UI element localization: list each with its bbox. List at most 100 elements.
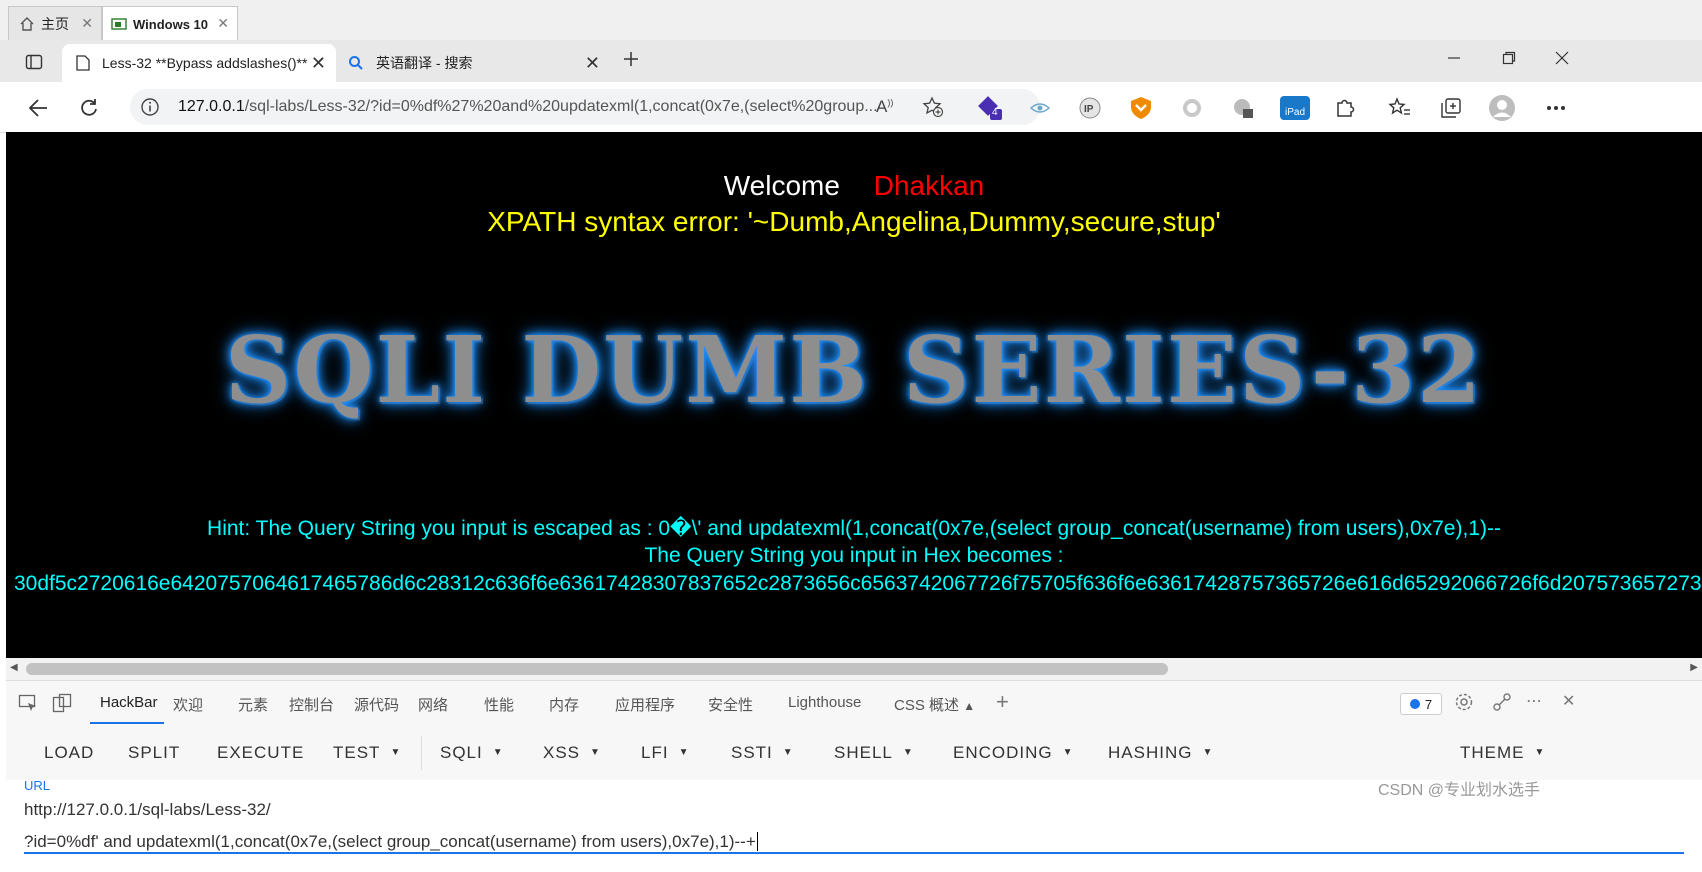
vm-tab-bar: 主页 ✕ Windows 10 ✕ — [0, 0, 1702, 41]
shield-icon[interactable] — [1127, 94, 1155, 122]
tab-title: Less-32 **Bypass addslashes()** — [102, 55, 308, 71]
execute-button[interactable]: EXECUTE — [217, 743, 304, 763]
tab-network[interactable]: 网络 — [418, 694, 448, 715]
tab-actions-icon[interactable] — [20, 48, 48, 76]
welcome-label: Welcome — [723, 170, 840, 201]
extensions-puzzle-icon[interactable] — [1331, 94, 1359, 122]
tab-memory[interactable]: 内存 — [549, 694, 579, 715]
devtools-more-icon[interactable]: ⋯ — [1526, 691, 1542, 711]
tab-less32[interactable]: Less-32 **Bypass addslashes()** ✕ — [62, 44, 336, 82]
hackbar-extension-icon[interactable]: 4 — [976, 94, 1004, 122]
tab-security[interactable]: 安全性 — [708, 694, 753, 715]
svg-text:IP: IP — [1084, 104, 1094, 115]
shell-menu[interactable]: SHELL ▼ — [834, 743, 914, 763]
tab-sources[interactable]: 源代码 — [354, 694, 399, 715]
url-path: /sql-labs/Less-32/?id=0%df%27%20and%20up… — [244, 98, 878, 115]
ssti-label: SSTI — [731, 743, 773, 762]
devtools-close-icon[interactable]: ✕ — [1562, 691, 1575, 711]
url-host: 127.0.0.1 — [178, 98, 245, 115]
encoding-menu[interactable]: ENCODING ▼ — [953, 743, 1074, 763]
settings-extension-icon[interactable] — [1229, 94, 1257, 122]
browser-tab-strip: Less-32 **Bypass addslashes()** ✕ 英语翻译 -… — [0, 40, 1702, 82]
sqli-label: SQLI — [440, 743, 483, 762]
scroll-thumb[interactable] — [26, 663, 1168, 675]
add-tab-icon[interactable]: + — [996, 689, 1009, 715]
read-aloud-icon[interactable]: A)) — [876, 97, 893, 117]
more-menu-icon[interactable] — [1542, 94, 1570, 122]
close-icon[interactable]: ✕ — [217, 15, 229, 32]
scroll-right-icon[interactable]: ▶ — [1690, 662, 1698, 673]
page-viewport: Welcome Dhakkan XPATH syntax error: '~Du… — [6, 132, 1702, 658]
restore-icon[interactable] — [1495, 44, 1523, 72]
navigation-bar: 127.0.0.1/sql-labs/Less-32/?id=0%df%27%2… — [0, 82, 1702, 133]
url-line-query: ?id=0%df' and updatexml(1,concat(0x7e,(s… — [24, 832, 758, 852]
hashing-label: HASHING — [1108, 743, 1193, 762]
hashing-menu[interactable]: HASHING ▼ — [1108, 743, 1213, 763]
favorite-add-icon[interactable] — [922, 96, 944, 118]
close-icon[interactable]: ✕ — [311, 53, 326, 74]
xss-menu[interactable]: XSS ▼ — [543, 743, 601, 763]
profile-avatar[interactable] — [1488, 94, 1516, 122]
tab-console[interactable]: 控制台 — [289, 694, 334, 715]
chevron-down-icon: ▼ — [492, 747, 504, 758]
home-icon — [19, 16, 35, 32]
xss-label: XSS — [543, 743, 581, 762]
tab-welcome[interactable]: 欢迎 — [173, 694, 203, 715]
url-text[interactable]: 127.0.0.1/sql-labs/Less-32/?id=0%df%27%2… — [178, 98, 978, 116]
tab-translate[interactable]: 英语翻译 - 搜索 ✕ — [340, 44, 610, 82]
hint-hex-value: 30df5c2720616e6420757064617465786d6c2831… — [14, 572, 1702, 595]
extension-badge: 4 — [992, 107, 998, 118]
message-icon — [1409, 699, 1420, 709]
url-line-base: http://127.0.0.1/sql-labs/Less-32/ — [24, 800, 271, 819]
load-button[interactable]: LOAD — [44, 743, 94, 763]
test-menu[interactable]: TEST ▼ — [333, 743, 401, 763]
eye-extension-icon[interactable] — [1026, 94, 1054, 122]
connect-icon[interactable] — [1492, 692, 1512, 712]
inspect-icon[interactable] — [18, 693, 38, 713]
url-textarea[interactable]: http://127.0.0.1/sql-labs/Less-32/ ?id=0… — [24, 794, 1684, 854]
ssti-menu[interactable]: SSTI ▼ — [731, 743, 794, 763]
tab-elements[interactable]: 元素 — [238, 694, 268, 715]
tab-application[interactable]: 应用程序 — [615, 694, 675, 715]
gear-icon[interactable] — [1454, 692, 1474, 712]
issues-badge[interactable]: 7 — [1400, 693, 1442, 715]
split-button[interactable]: SPLIT — [128, 743, 180, 763]
hint-escaped: Hint: The Query String you input is esca… — [207, 517, 1501, 540]
theme-label: THEME — [1460, 743, 1525, 762]
minimize-icon[interactable] — [1440, 44, 1468, 72]
vm-tab-label: 主页 — [41, 16, 69, 32]
vm-tab-windows10[interactable]: Windows 10 ✕ — [102, 6, 238, 41]
vm-tab-home[interactable]: 主页 ✕ — [8, 6, 102, 41]
vm-tab-label: Windows 10 — [133, 16, 209, 32]
tab-hackbar[interactable]: HackBar — [100, 694, 158, 711]
sqli-menu[interactable]: SQLI ▼ — [440, 743, 504, 763]
close-icon[interactable]: ✕ — [81, 15, 93, 32]
close-icon[interactable]: ✕ — [585, 53, 600, 74]
collections-icon[interactable] — [1437, 94, 1465, 122]
lfi-menu[interactable]: LFI ▼ — [641, 743, 689, 763]
address-bar[interactable]: 127.0.0.1/sql-labs/Less-32/?id=0%df%27%2… — [130, 89, 1040, 125]
circle-extension-icon[interactable] — [1178, 94, 1206, 122]
new-tab-icon[interactable] — [617, 45, 645, 73]
close-window-icon[interactable] — [1548, 44, 1576, 72]
flask-icon: ▲ — [963, 699, 976, 713]
back-icon[interactable] — [24, 94, 52, 122]
device-toolbar-icon[interactable] — [52, 693, 72, 713]
watermark: CSDN @专业划水选手 — [1378, 782, 1541, 799]
shell-label: SHELL — [834, 743, 893, 762]
banner-title: SQLI DUMB SERIES-32 — [224, 316, 1484, 424]
tab-css-overview[interactable]: CSS 概述 ▲ — [894, 694, 975, 715]
tab-performance[interactable]: 性能 — [484, 694, 514, 715]
scroll-left-icon[interactable]: ◀ — [10, 662, 18, 673]
horizontal-scrollbar[interactable]: ◀ ▶ — [6, 658, 1702, 680]
info-icon[interactable] — [140, 97, 160, 117]
favorites-icon[interactable] — [1386, 94, 1414, 122]
chevron-down-icon: ▼ — [390, 747, 402, 758]
welcome-line: Welcome Dhakkan — [6, 170, 1702, 202]
ipad-extension-icon[interactable]: iPad — [1278, 94, 1312, 122]
refresh-icon[interactable] — [75, 94, 103, 122]
encoding-label: ENCODING — [953, 743, 1053, 762]
ip-extension-icon[interactable]: IP — [1076, 94, 1104, 122]
tab-lighthouse[interactable]: Lighthouse — [788, 694, 861, 711]
theme-menu[interactable]: THEME ▼ — [1460, 743, 1545, 763]
